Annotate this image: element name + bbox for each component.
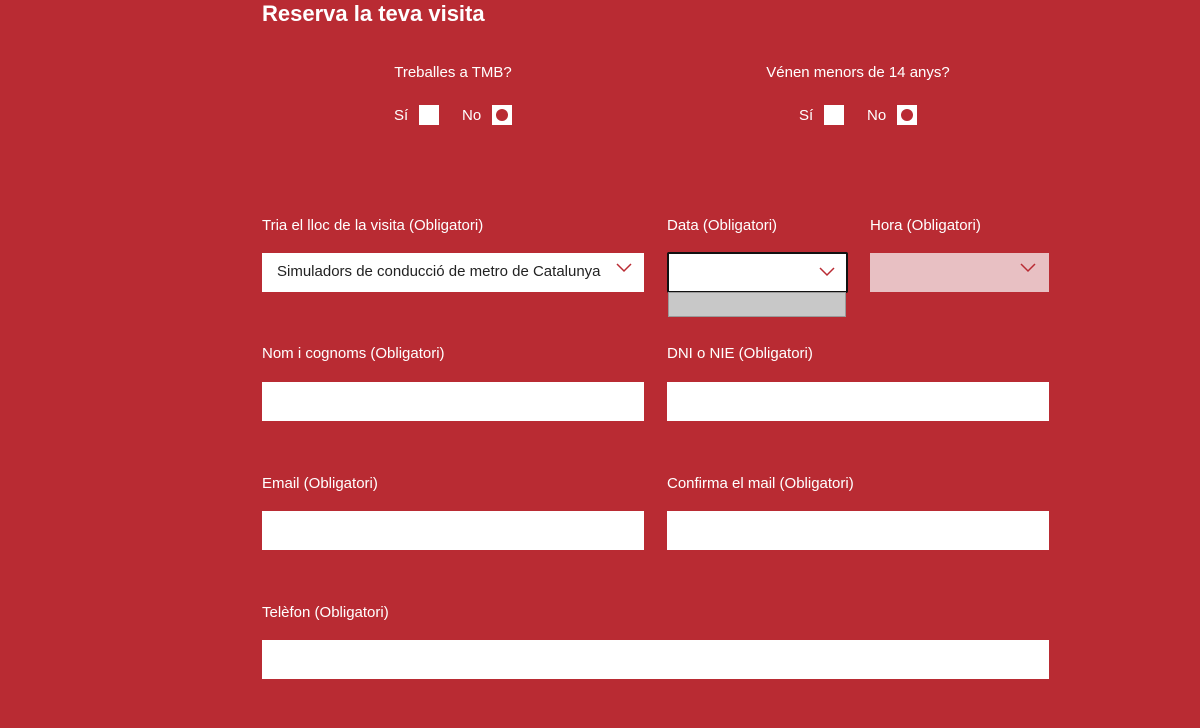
tmb-question-label: Treballes a TMB? [394,64,512,81]
email-label: Email (Obligatori) [262,475,378,492]
chevron-down-icon [1019,261,1037,275]
email-confirm-label: Confirma el mail (Obligatori) [667,475,854,492]
minors-yes-label: Sí [799,107,814,124]
email-confirm-input[interactable] [667,511,1049,550]
chevron-down-icon [615,261,633,275]
tmb-no-label: No [462,107,482,124]
radio-selected-dot [496,109,508,121]
minors-no-label: No [867,107,887,124]
booking-form-page: Reserva la teva visita Treballes a TMB? … [0,0,1200,728]
minors-no-radio[interactable] [897,105,917,125]
page-title: Reserva la teva visita [262,1,485,26]
radio-selected-dot [901,109,913,121]
email-input[interactable] [262,511,644,550]
place-select[interactable]: Simuladors de conducció de metro de Cata… [262,253,644,292]
time-select[interactable] [870,253,1049,292]
minors-question-label: Vénen menors de 14 anys? [766,64,950,81]
minors-yes-radio[interactable] [824,105,844,125]
name-label: Nom i cognoms (Obligatori) [262,345,445,362]
tmb-yes-radio[interactable] [419,105,439,125]
phone-label: Telèfon (Obligatori) [262,604,389,621]
place-label: Tria el lloc de la visita (Obligatori) [262,217,484,234]
name-input[interactable] [262,382,644,421]
dni-label: DNI o NIE (Obligatori) [667,345,813,362]
date-dropdown-list[interactable] [668,292,846,317]
date-select[interactable] [667,252,848,293]
date-label: Data (Obligatori) [667,217,778,234]
phone-input[interactable] [262,640,1049,679]
tmb-no-radio[interactable] [492,105,512,125]
dni-input[interactable] [667,382,1049,421]
place-select-value: Simuladors de conducció de metro de Cata… [277,263,601,280]
tmb-yes-label: Sí [394,107,409,124]
time-label: Hora (Obligatori) [870,217,981,234]
chevron-down-icon [818,265,836,279]
